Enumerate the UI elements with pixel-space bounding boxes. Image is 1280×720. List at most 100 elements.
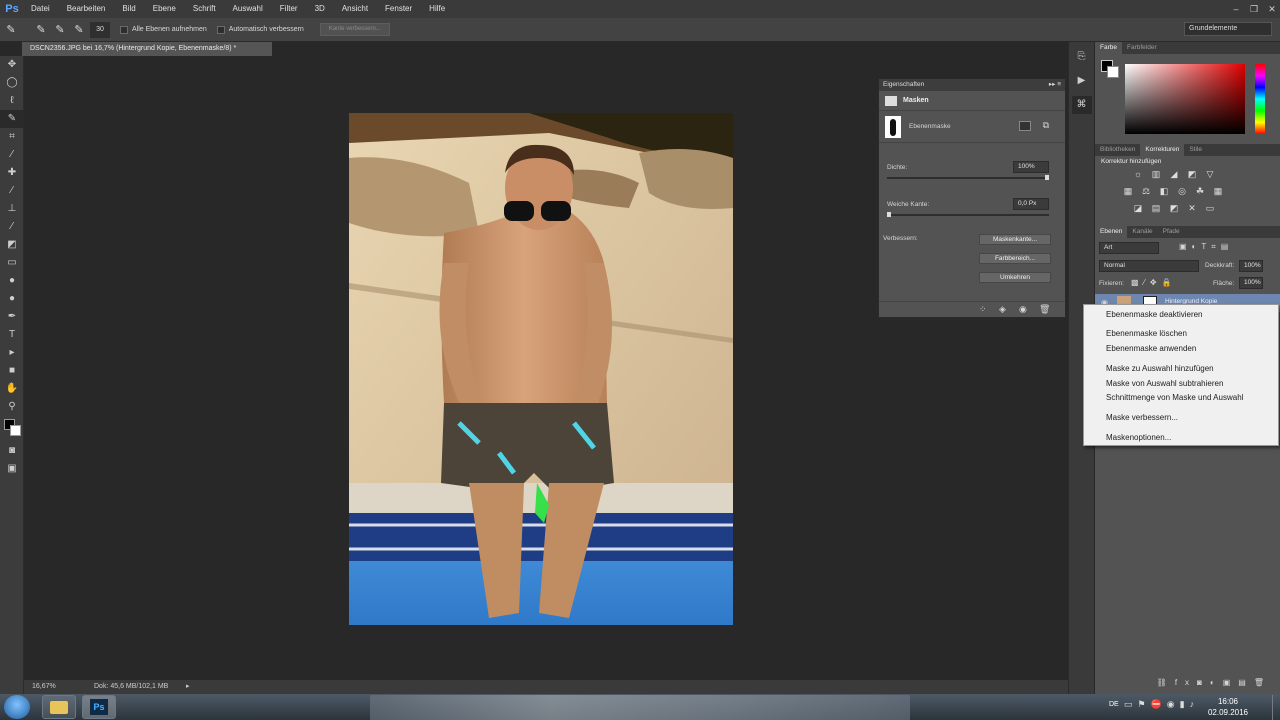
crop-tool-icon[interactable]: ⌗ bbox=[0, 128, 24, 146]
curves-icon[interactable]: ◢ bbox=[1169, 169, 1179, 179]
zoom-tool-icon[interactable]: ⚲ bbox=[0, 398, 24, 416]
shape-tool-icon[interactable]: ■ bbox=[0, 362, 24, 380]
document-size-readout[interactable]: Dok: 45,6 MB/102,1 MB bbox=[94, 683, 168, 690]
density-slider[interactable] bbox=[887, 175, 1049, 180]
menu-intersect-mask-selection[interactable]: Schnittmenge von Maske und Auswahl bbox=[1106, 393, 1243, 402]
background-color[interactable] bbox=[10, 425, 21, 436]
menu-delete-layer-mask[interactable]: Ebenenmaske löschen bbox=[1106, 329, 1187, 338]
photoshop-taskbar-button[interactable]: Ps bbox=[82, 695, 116, 719]
history-brush-tool-icon[interactable]: ⁄ bbox=[0, 218, 24, 236]
menu-apply-layer-mask[interactable]: Ebenenmaske anwenden bbox=[1106, 344, 1196, 353]
invert-button[interactable]: Umkehren bbox=[979, 272, 1051, 283]
gradient-tool-icon[interactable]: ▭ bbox=[0, 254, 24, 272]
feather-field[interactable]: 0,0 Px bbox=[1013, 198, 1049, 210]
posterize-icon[interactable]: ▤ bbox=[1151, 203, 1161, 213]
tab-styles[interactable]: Stile bbox=[1184, 144, 1207, 156]
explorer-taskbar-button[interactable] bbox=[42, 695, 76, 719]
channel-mixer-icon[interactable]: ☘ bbox=[1195, 186, 1205, 196]
add-to-selection-icon[interactable]: ✎ bbox=[52, 22, 68, 38]
eyedropper-tool-icon[interactable]: ⁄ bbox=[0, 146, 24, 164]
sample-all-layers-checkbox[interactable]: Alle Ebenen aufnehmen bbox=[120, 25, 207, 34]
menu-fenster[interactable]: Fenster bbox=[376, 0, 420, 18]
toggle-mask-icon[interactable]: ◉ bbox=[1019, 304, 1027, 315]
color-lookup-icon[interactable]: ▦ bbox=[1213, 186, 1223, 196]
feather-slider[interactable] bbox=[887, 212, 1049, 217]
layers-footer-icons[interactable]: ⛓fx◙◐▣▤🗑 bbox=[1095, 678, 1280, 692]
auto-enhance-checkbox[interactable]: Automatisch verbessern bbox=[216, 25, 304, 34]
select-pixel-mask-icon[interactable] bbox=[1019, 121, 1031, 131]
menu-bild[interactable]: Bild bbox=[113, 0, 143, 18]
path-selection-tool-icon[interactable]: ▸ bbox=[0, 344, 24, 362]
eraser-tool-icon[interactable]: ◩ bbox=[0, 236, 24, 254]
menu-subtract-mask-from-selection[interactable]: Maske von Auswahl subtrahieren bbox=[1106, 379, 1223, 388]
color-range-button[interactable]: Farbbereich... bbox=[979, 253, 1051, 264]
marquee-tool-icon[interactable]: ◯ bbox=[0, 74, 24, 92]
invert-icon[interactable]: ◪ bbox=[1133, 203, 1143, 213]
workspace-select[interactable]: Grundelemente bbox=[1184, 22, 1272, 36]
menu-filter[interactable]: Filter bbox=[271, 0, 306, 18]
type-tool-icon[interactable]: T bbox=[0, 326, 24, 344]
taskbar-clock[interactable]: 16:06 02.09.2016 bbox=[1208, 696, 1248, 718]
show-desktop-button[interactable] bbox=[1272, 695, 1280, 720]
gradient-map-icon[interactable]: ▭ bbox=[1205, 203, 1215, 213]
history-panel-icon[interactable]: ⎘ bbox=[1072, 48, 1092, 66]
lasso-tool-icon[interactable]: ℓ bbox=[0, 92, 24, 110]
hue-saturation-icon[interactable]: ▦ bbox=[1123, 186, 1133, 196]
new-selection-icon[interactable]: ✎ bbox=[33, 22, 49, 38]
fill-field[interactable]: 100% bbox=[1239, 277, 1263, 289]
vibrance-icon[interactable]: ▽ bbox=[1205, 169, 1215, 179]
status-arrow-icon[interactable]: ▸ bbox=[186, 682, 190, 690]
tab-corrections[interactable]: Korrekturen bbox=[1140, 144, 1185, 156]
hand-tool-icon[interactable]: ✋ bbox=[0, 380, 24, 398]
layer-filter-icons[interactable]: ▣◐T⌗▤ bbox=[1179, 242, 1233, 252]
tray-icons[interactable]: ▭⚑⛔◉▮♪ bbox=[1124, 699, 1199, 710]
load-selection-icon[interactable]: ⁘ bbox=[979, 304, 987, 315]
minimize-icon[interactable]: – bbox=[1228, 2, 1244, 16]
properties-panel-icon[interactable]: ⌘ bbox=[1071, 96, 1092, 114]
actions-panel-icon[interactable]: ▶ bbox=[1072, 72, 1092, 90]
blur-tool-icon[interactable]: ● bbox=[0, 272, 24, 290]
document-photo[interactable] bbox=[349, 113, 733, 625]
color-swatches-icon[interactable] bbox=[0, 416, 24, 442]
subtract-selection-icon[interactable]: ✎ bbox=[71, 22, 87, 38]
menu-auswahl[interactable]: Auswahl bbox=[224, 0, 271, 18]
tab-paths[interactable]: Pfade bbox=[1158, 226, 1185, 238]
apply-mask-icon[interactable]: ◈ bbox=[999, 304, 1006, 315]
restore-icon[interactable]: ❐ bbox=[1246, 2, 1262, 16]
tab-layers[interactable]: Ebenen bbox=[1095, 226, 1128, 238]
lock-icons[interactable]: ▩⁄✥🔒 bbox=[1131, 278, 1177, 287]
tab-libraries[interactable]: Bibliotheken bbox=[1095, 144, 1140, 156]
clone-stamp-tool-icon[interactable]: ⊥ bbox=[0, 200, 24, 218]
hue-slider[interactable] bbox=[1255, 64, 1265, 134]
menu-hilfe[interactable]: Hilfe bbox=[420, 0, 453, 18]
quick-selection-tool-preset-icon[interactable]: ✎ bbox=[3, 22, 19, 38]
menu-3d[interactable]: 3D bbox=[306, 0, 333, 18]
start-button-icon[interactable] bbox=[4, 695, 30, 719]
levels-icon[interactable]: ▥ bbox=[1151, 169, 1161, 179]
menu-datei[interactable]: Datei bbox=[22, 0, 58, 18]
quick-mask-icon[interactable]: ◙ bbox=[0, 442, 24, 460]
layer-mask-thumbnail[interactable] bbox=[885, 115, 901, 138]
blend-mode-select[interactable]: Normal bbox=[1099, 260, 1199, 272]
feather-slider-thumb[interactable] bbox=[887, 212, 891, 217]
menu-schrift[interactable]: Schrift bbox=[184, 0, 224, 18]
black-white-icon[interactable]: ◧ bbox=[1159, 186, 1169, 196]
brush-size-picker[interactable]: 30 bbox=[90, 21, 110, 38]
dodge-tool-icon[interactable]: ● bbox=[0, 290, 24, 308]
pen-tool-icon[interactable]: ✒ bbox=[0, 308, 24, 326]
delete-mask-icon[interactable]: 🗑 bbox=[1039, 304, 1050, 315]
brush-tool-icon[interactable]: ⁄ bbox=[0, 182, 24, 200]
tab-swatches[interactable]: Farbfelder bbox=[1122, 42, 1162, 54]
exposure-icon[interactable]: ◩ bbox=[1187, 169, 1197, 179]
close-icon[interactable]: ✕ bbox=[1264, 2, 1280, 16]
density-slider-thumb[interactable] bbox=[1045, 175, 1049, 180]
bg-color-swatch[interactable] bbox=[1107, 66, 1119, 78]
menu-add-mask-to-selection[interactable]: Maske zu Auswahl hinzufügen bbox=[1106, 364, 1214, 373]
menu-bearbeiten[interactable]: Bearbeiten bbox=[58, 0, 114, 18]
mask-edge-button[interactable]: Maskenkante... bbox=[979, 234, 1051, 245]
color-balance-icon[interactable]: ⚖ bbox=[1141, 186, 1151, 196]
menu-disable-layer-mask[interactable]: Ebenenmaske deaktivieren bbox=[1106, 310, 1203, 319]
density-field[interactable]: 100% bbox=[1013, 161, 1049, 173]
move-tool-icon[interactable]: ✥ bbox=[0, 56, 24, 74]
menu-ebene[interactable]: Ebene bbox=[144, 0, 184, 18]
